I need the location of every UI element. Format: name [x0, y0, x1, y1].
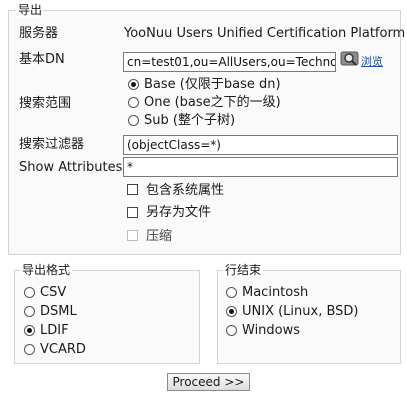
line-end-radio-mac[interactable]	[226, 287, 237, 298]
filter-input[interactable]: (objectClass=*)	[123, 135, 398, 155]
format-legend: 导出格式	[20, 263, 73, 277]
save-as-file-label[interactable]: 另存为文件	[146, 205, 211, 221]
magnifier-icon[interactable]	[340, 50, 360, 72]
compress-checkbox	[127, 230, 138, 241]
proceed-button[interactable]: Proceed >>	[167, 373, 250, 391]
line-end-radio-unix[interactable]	[226, 306, 237, 317]
format-radio-dsml[interactable]	[24, 306, 35, 317]
line-end-legend: 行结束	[223, 263, 264, 277]
line-end-radio-windows[interactable]	[226, 325, 237, 336]
scope-label: 搜索范围	[19, 96, 72, 111]
include-system-attrs-checkbox[interactable]	[127, 184, 138, 195]
line-end-option-mac[interactable]: Macintosh	[242, 285, 308, 301]
base-dn-label: 基本DN	[19, 52, 65, 67]
export-legend: 导出	[16, 3, 45, 17]
line-end-option-windows[interactable]: Windows	[242, 323, 300, 339]
scope-radio-base[interactable]	[128, 79, 139, 90]
save-as-file-checkbox[interactable]	[127, 207, 138, 218]
scope-radio-one[interactable]	[128, 97, 139, 108]
format-radio-csv[interactable]	[24, 287, 35, 298]
format-option-csv[interactable]: CSV	[40, 285, 66, 301]
server-label: 服务器	[19, 26, 59, 41]
attributes-label: Show Attributes	[19, 160, 123, 175]
scope-option-base[interactable]: Base (仅限于base dn)	[144, 77, 281, 93]
compress-label: 压缩	[146, 229, 173, 244]
base-dn-input[interactable]: cn=test01,ou=AllUsers,ou=Technologies	[123, 52, 336, 72]
format-option-vcard[interactable]: VCARD	[40, 342, 86, 358]
browse-link[interactable]: 浏览	[361, 56, 383, 68]
filter-label: 搜索过滤器	[19, 137, 85, 152]
server-value: YooNuu Users Unified Certification Platf…	[124, 26, 406, 41]
attributes-input[interactable]: *	[123, 157, 398, 177]
format-radio-ldif[interactable]	[24, 325, 35, 336]
scope-option-one[interactable]: One (base之下的一级)	[144, 95, 281, 111]
format-option-dsml[interactable]: DSML	[40, 304, 77, 320]
format-radio-vcard[interactable]	[24, 344, 35, 355]
include-system-attrs-label[interactable]: 包含系统属性	[146, 183, 224, 199]
scope-radio-sub[interactable]	[128, 115, 139, 126]
scope-option-sub[interactable]: Sub (整个子树)	[144, 113, 235, 129]
line-end-option-unix[interactable]: UNIX (Linux, BSD)	[242, 304, 359, 320]
format-option-ldif[interactable]: LDIF	[40, 323, 69, 339]
